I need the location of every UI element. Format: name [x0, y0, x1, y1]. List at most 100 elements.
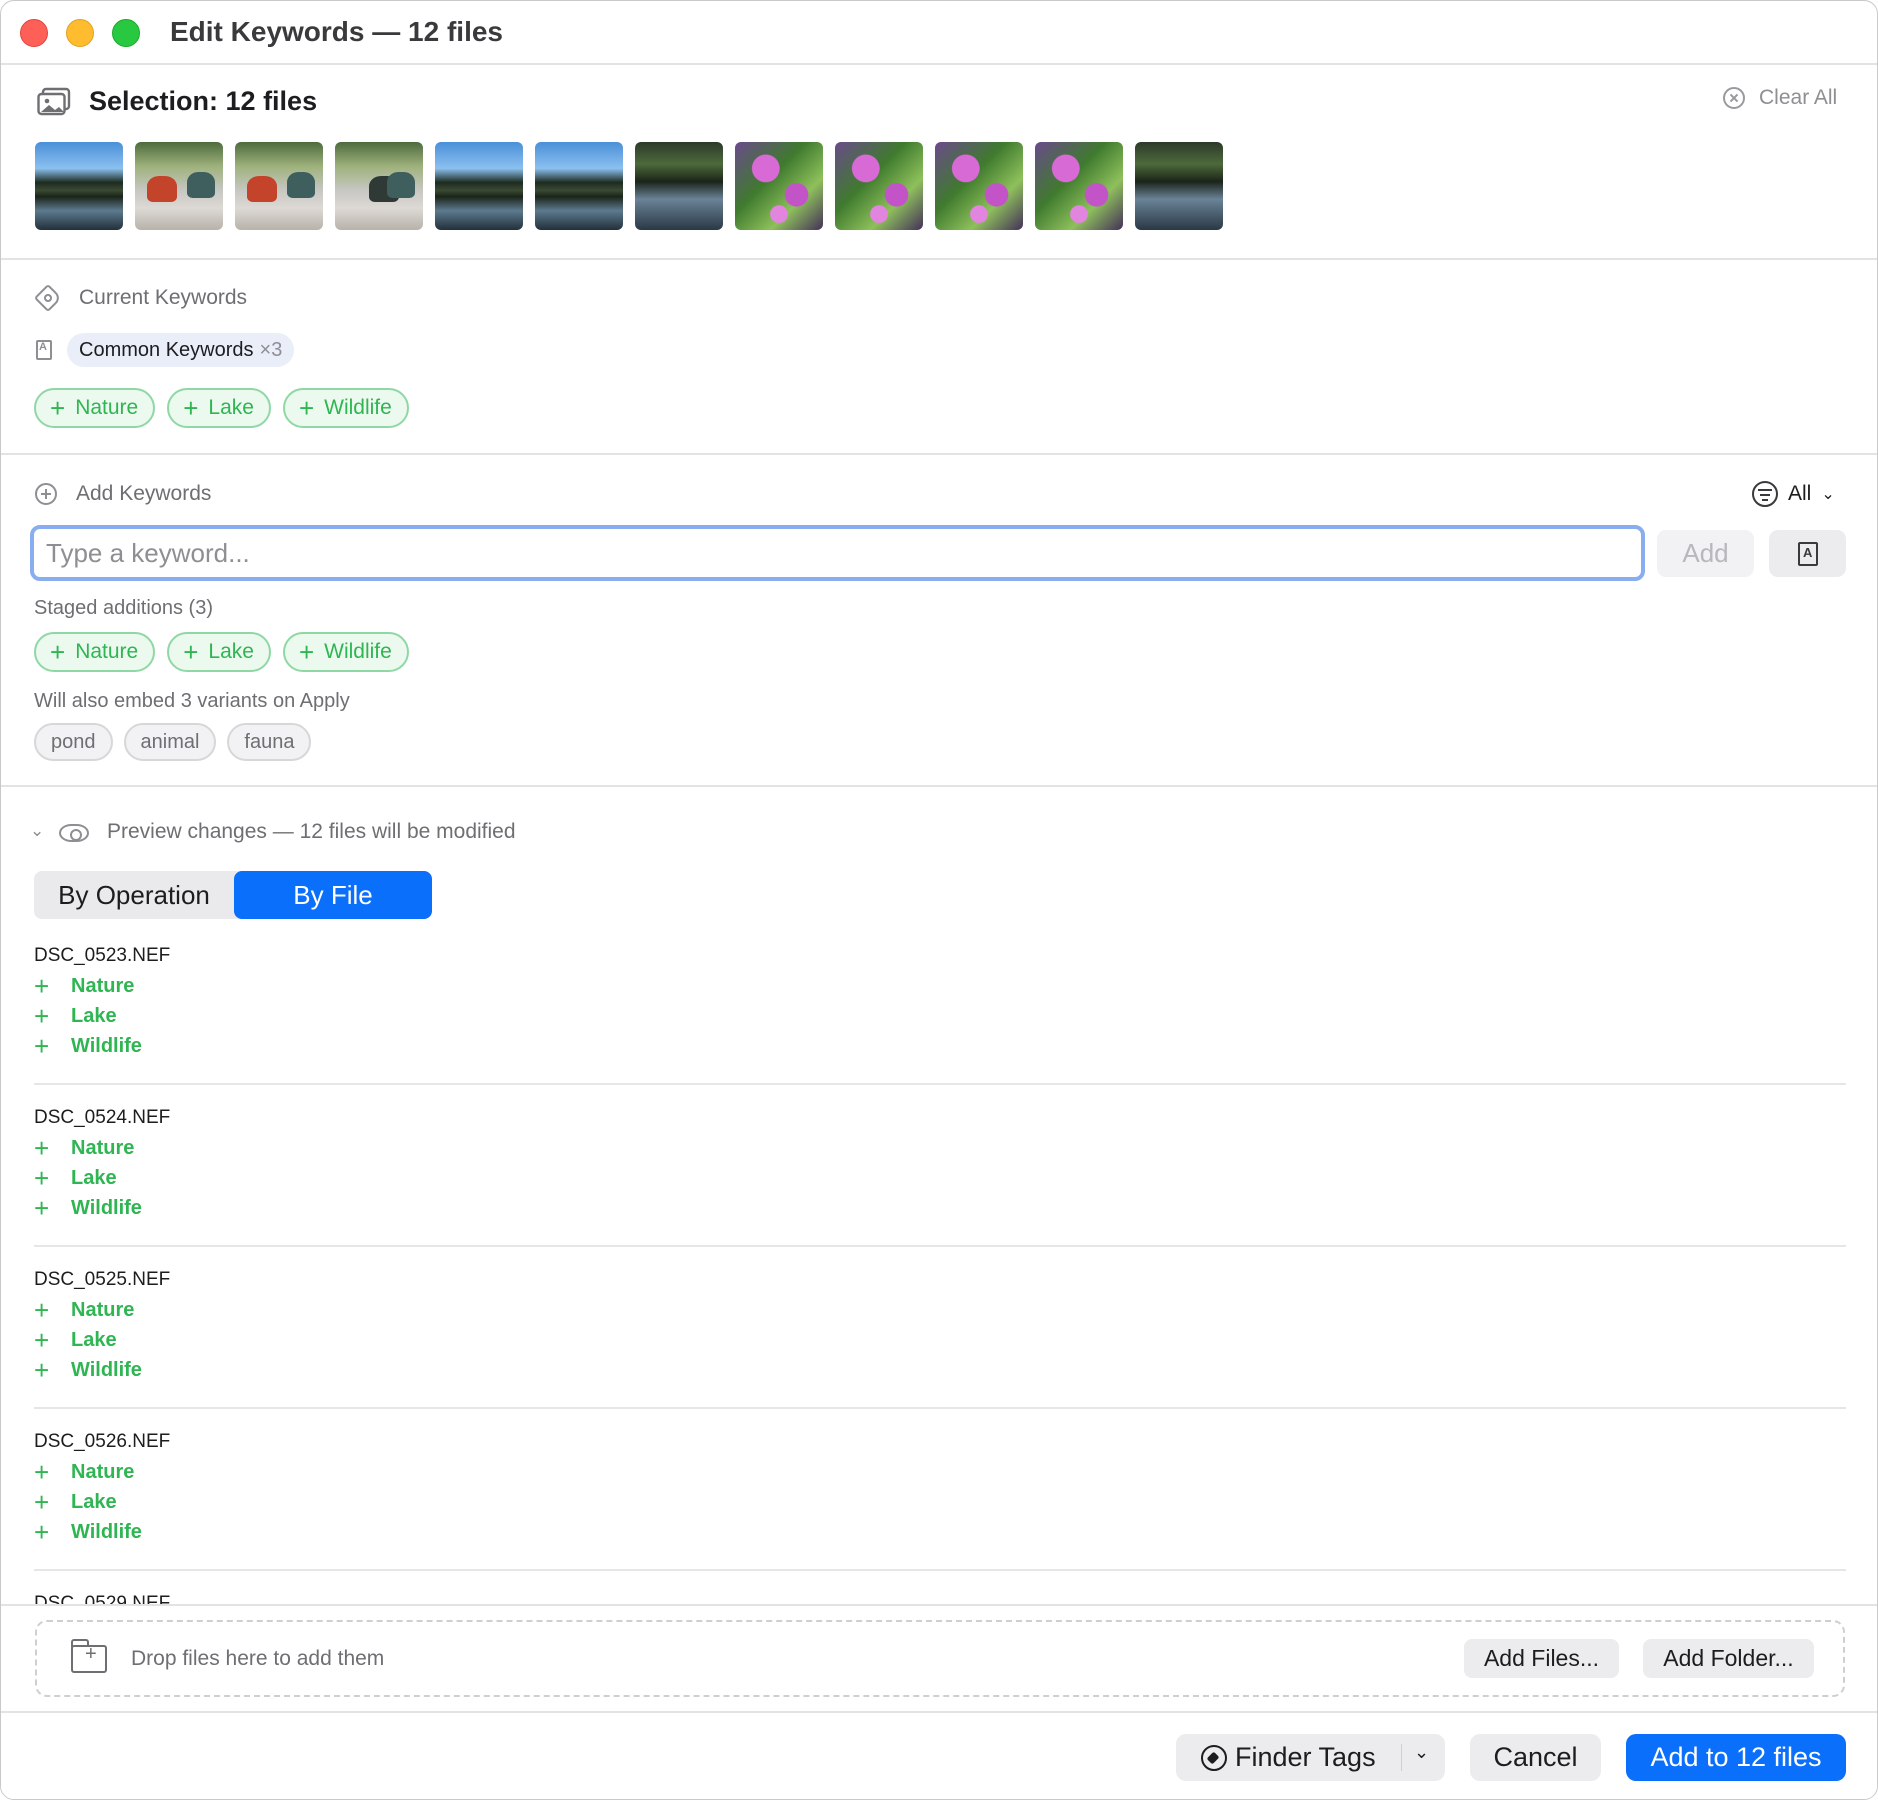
divider — [1, 453, 1877, 455]
plus-icon: + — [34, 1486, 50, 1517]
operation-keyword: Wildlife — [71, 1196, 142, 1219]
thumbnail[interactable] — [1035, 142, 1123, 230]
disclosure-chevron-icon[interactable]: ⌄ — [30, 821, 44, 841]
plus-icon: + — [34, 1030, 50, 1061]
tab-by-operation[interactable]: By Operation — [34, 871, 234, 919]
plus-icon: + — [183, 637, 199, 667]
thumbnail[interactable] — [235, 142, 323, 230]
file-name: DSC_0526.NEF — [34, 1431, 171, 1452]
keyword-pill[interactable]: + Lake — [167, 632, 271, 672]
clear-all-label: Clear All — [1759, 86, 1838, 109]
variant-pill[interactable]: animal — [123, 723, 217, 761]
minimize-window-button[interactable] — [66, 19, 94, 47]
preview-mode-segmented-control: By Operation By File — [34, 871, 432, 919]
variants-label: Will also embed 3 variants on Apply — [34, 690, 350, 712]
add-circle-icon — [35, 483, 57, 505]
filter-label: All — [1788, 482, 1812, 505]
keyword-input[interactable] — [30, 525, 1645, 581]
plus-icon: + — [34, 1324, 50, 1355]
keyword-pill[interactable]: + Lake — [167, 388, 271, 428]
plus-icon: + — [34, 1162, 50, 1193]
plus-icon: + — [34, 970, 50, 1001]
clear-all-button[interactable]: Clear All — [1723, 86, 1837, 110]
add-operation: + Nature — [34, 1295, 1846, 1325]
add-to-files-button[interactable]: Add to 12 files — [1626, 1734, 1846, 1781]
thumbnail[interactable] — [935, 142, 1023, 230]
keyword-label: Lake — [208, 640, 254, 663]
divider — [34, 1245, 1846, 1247]
add-operation: + Nature — [34, 1133, 1846, 1163]
operation-keyword: Lake — [71, 1328, 117, 1351]
keyword-label: Wildlife — [324, 396, 392, 419]
plus-icon: + — [34, 1456, 50, 1487]
keyword-label: Nature — [75, 640, 139, 663]
finder-tags-button[interactable]: Finder Tags ⌄ — [1176, 1734, 1445, 1781]
preview-label: Preview changes — 12 files will be modif… — [107, 820, 516, 843]
divider — [1, 1604, 1877, 1606]
keyword-pill[interactable]: + Nature — [34, 388, 156, 428]
divider — [1, 258, 1877, 260]
add-operation: + Lake — [34, 1163, 1846, 1193]
selection-title: Selection: 12 files — [89, 86, 318, 116]
drop-zone-text: Drop files here to add them — [131, 1647, 385, 1670]
thumbnail[interactable] — [535, 142, 623, 230]
add-operation: + Nature — [34, 1457, 1846, 1487]
plus-icon: + — [50, 393, 66, 423]
add-operation: + Nature — [34, 971, 1846, 1001]
window-title: Edit Keywords — 12 files — [170, 16, 503, 47]
plus-icon: + — [34, 1294, 50, 1325]
filter-dropdown[interactable]: All ⌄ — [1752, 481, 1835, 507]
dictionary-button[interactable] — [1769, 530, 1846, 577]
chevron-down-icon[interactable]: ⌄ — [1414, 1742, 1429, 1763]
staged-keyword-pills: + Nature + Lake + Wildlife — [34, 632, 409, 672]
photos-icon — [37, 87, 71, 116]
common-keywords-badge[interactable]: Common Keywords ×3 — [67, 333, 295, 367]
thumbnail[interactable] — [1135, 142, 1223, 230]
cancel-button[interactable]: Cancel — [1470, 1734, 1601, 1781]
tag-icon — [33, 283, 63, 313]
plus-icon: + — [34, 1132, 50, 1163]
common-keywords-label: Common Keywords — [79, 338, 254, 361]
thumbnail[interactable] — [635, 142, 723, 230]
add-files-button[interactable]: Add Files... — [1464, 1639, 1619, 1678]
operation-keyword: Nature — [71, 1298, 135, 1321]
divider — [1, 1711, 1877, 1713]
tag-icon — [1201, 1744, 1227, 1771]
variant-pills: pond animal fauna — [34, 723, 312, 761]
operation-keyword: Nature — [71, 1136, 135, 1159]
plus-icon: + — [183, 393, 199, 423]
keyword-pill[interactable]: + Wildlife — [282, 632, 409, 672]
divider — [1, 785, 1877, 787]
keyword-pill[interactable]: + Nature — [34, 632, 156, 672]
variant-pill[interactable]: pond — [34, 723, 113, 761]
file-name: DSC_0523.NEF — [34, 945, 171, 966]
tab-by-file[interactable]: By File — [234, 871, 432, 919]
plus-icon: + — [34, 1000, 50, 1031]
common-keywords-count: ×3 — [259, 338, 283, 361]
plus-icon: + — [298, 393, 315, 423]
thumbnail[interactable] — [35, 142, 123, 230]
keyword-label: fauna — [244, 730, 295, 753]
keyword-pill[interactable]: + Wildlife — [282, 388, 409, 428]
operation-keyword: Wildlife — [71, 1358, 142, 1381]
add-keywords-label: Add Keywords — [76, 482, 212, 505]
current-keywords-label: Current Keywords — [79, 286, 248, 309]
thumbnail[interactable] — [135, 142, 223, 230]
close-window-button[interactable] — [20, 19, 48, 47]
add-folder-button[interactable]: Add Folder... — [1643, 1639, 1814, 1678]
add-keyword-button[interactable]: Add — [1657, 530, 1754, 577]
keyword-label: pond — [51, 730, 96, 753]
operation-keyword: Nature — [71, 1460, 135, 1483]
divider — [34, 1407, 1846, 1409]
operation-keyword: Lake — [71, 1004, 117, 1027]
variant-pill[interactable]: fauna — [227, 723, 312, 761]
operation-keyword: Wildlife — [71, 1034, 142, 1057]
thumbnail[interactable] — [835, 142, 923, 230]
thumbnail[interactable] — [335, 142, 423, 230]
file-entry: DSC_0526.NEF + Nature + Lake + Wildlife — [34, 1427, 1846, 1547]
thumbnail[interactable] — [435, 142, 523, 230]
thumbnail[interactable] — [735, 142, 823, 230]
staged-additions-label: Staged additions (3) — [34, 597, 214, 619]
chevron-down-icon: ⌄ — [1821, 486, 1835, 503]
zoom-window-button[interactable] — [112, 19, 140, 47]
